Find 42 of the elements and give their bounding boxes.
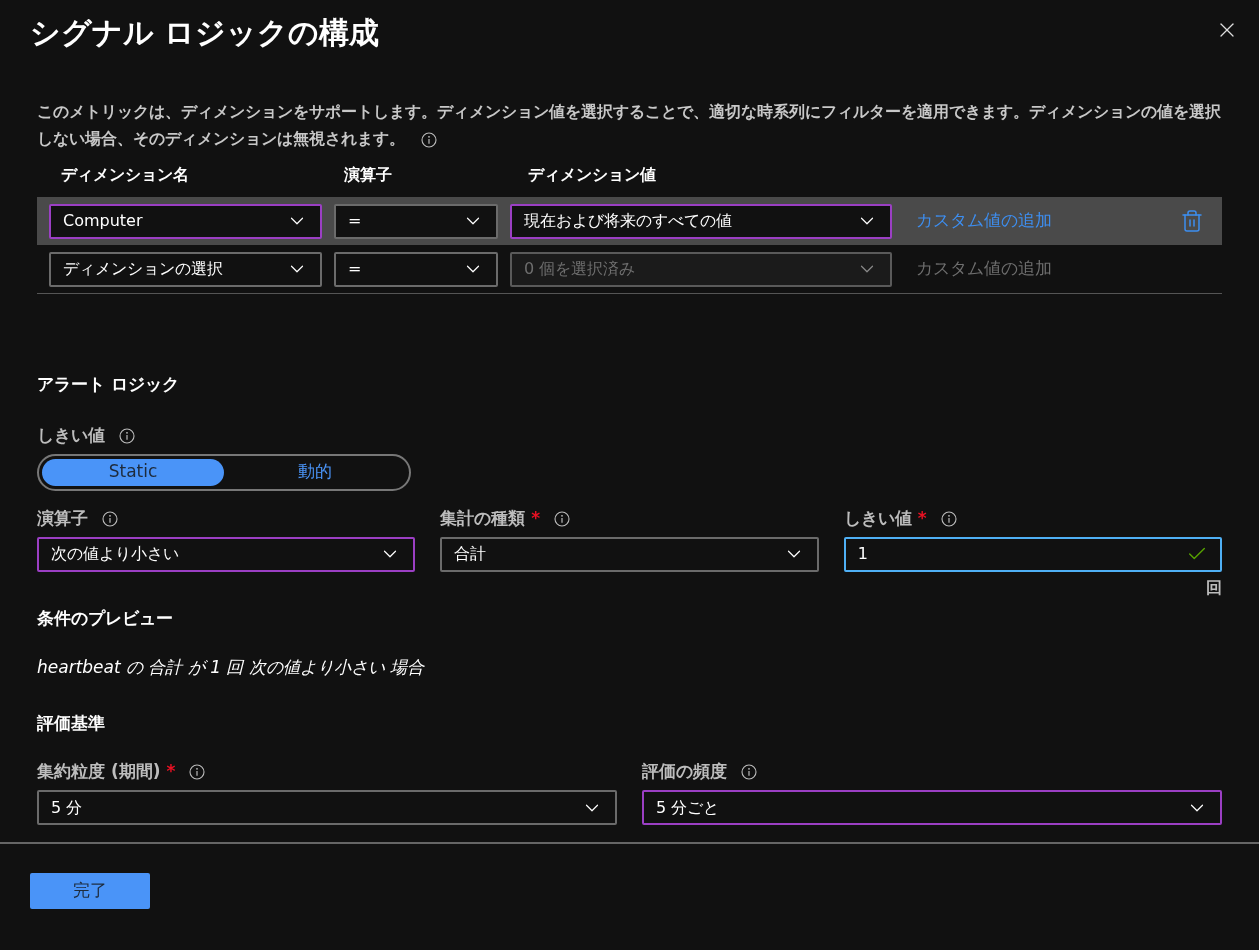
description-text: このメトリックは、ディメンションをサポートします。ディメンション値を選択することで、適切な時系列にフィルターを適用できます。ディメンションの値を選択しない場合、そのディメンションは無視されます。 (37, 102, 1222, 150)
dropdown[interactable]: 5 分ごと (642, 790, 1222, 825)
column-header: 演算子 (344, 164, 393, 186)
column-header: ディメンション名 (61, 164, 190, 186)
info-icon[interactable] (741, 764, 757, 780)
dimension-row[interactable]: Computer = 現在および将来のすべての値 カスタム値の追加 (37, 197, 1222, 245)
dropdown[interactable]: 現在および将来のすべての値 (510, 203, 892, 239)
info-icon[interactable] (189, 764, 206, 780)
section-heading: 条件のプレビュー (37, 606, 174, 630)
done-button[interactable]: 完了 (30, 873, 150, 909)
field-label: 集計の種類 (440, 506, 526, 530)
info-icon[interactable] (421, 131, 437, 148)
dropdown[interactable]: = (334, 251, 498, 287)
required-mark: * (917, 506, 927, 530)
toggle-option[interactable]: 動的 (224, 458, 406, 486)
section-heading: アラート ロジック (37, 373, 180, 396)
panel-title: シグナル ロジックの構成 (30, 14, 380, 52)
unit-label: 回 (1206, 576, 1222, 599)
threshold-input[interactable]: 1 (843, 536, 1222, 572)
required-mark: * (531, 506, 541, 530)
required-mark: * (166, 760, 176, 784)
dropdown[interactable]: ディメンションの選択 (49, 251, 322, 287)
info-icon[interactable] (940, 510, 957, 527)
dropdown[interactable]: 5 分 (37, 790, 617, 825)
trash-icon (1180, 209, 1204, 233)
delete-button[interactable] (1180, 209, 1204, 233)
info-icon[interactable] (554, 510, 571, 527)
condition-preview-text: heartbeat の 合計 が 1 回 次の値より小さい 場合 (37, 656, 426, 679)
toggle-option[interactable]: Static (42, 458, 224, 486)
info-icon[interactable] (102, 510, 118, 527)
dropdown[interactable]: 次の値より小さい (37, 536, 416, 572)
dropdown[interactable]: = (334, 203, 498, 239)
field-label: 評価の頻度 (642, 760, 727, 784)
column-header: ディメンション値 (528, 164, 656, 186)
dropdown[interactable]: Computer (49, 203, 322, 239)
section-heading: 評価基準 (37, 711, 106, 735)
field-label: しきい値 (843, 506, 912, 530)
dropdown[interactable]: 合計 (440, 536, 819, 572)
info-icon[interactable] (119, 427, 135, 444)
field-label: 演算子 (37, 506, 88, 530)
field-label: しきい値 (37, 423, 105, 447)
field-label: 集約粒度 (期間) (37, 760, 161, 784)
